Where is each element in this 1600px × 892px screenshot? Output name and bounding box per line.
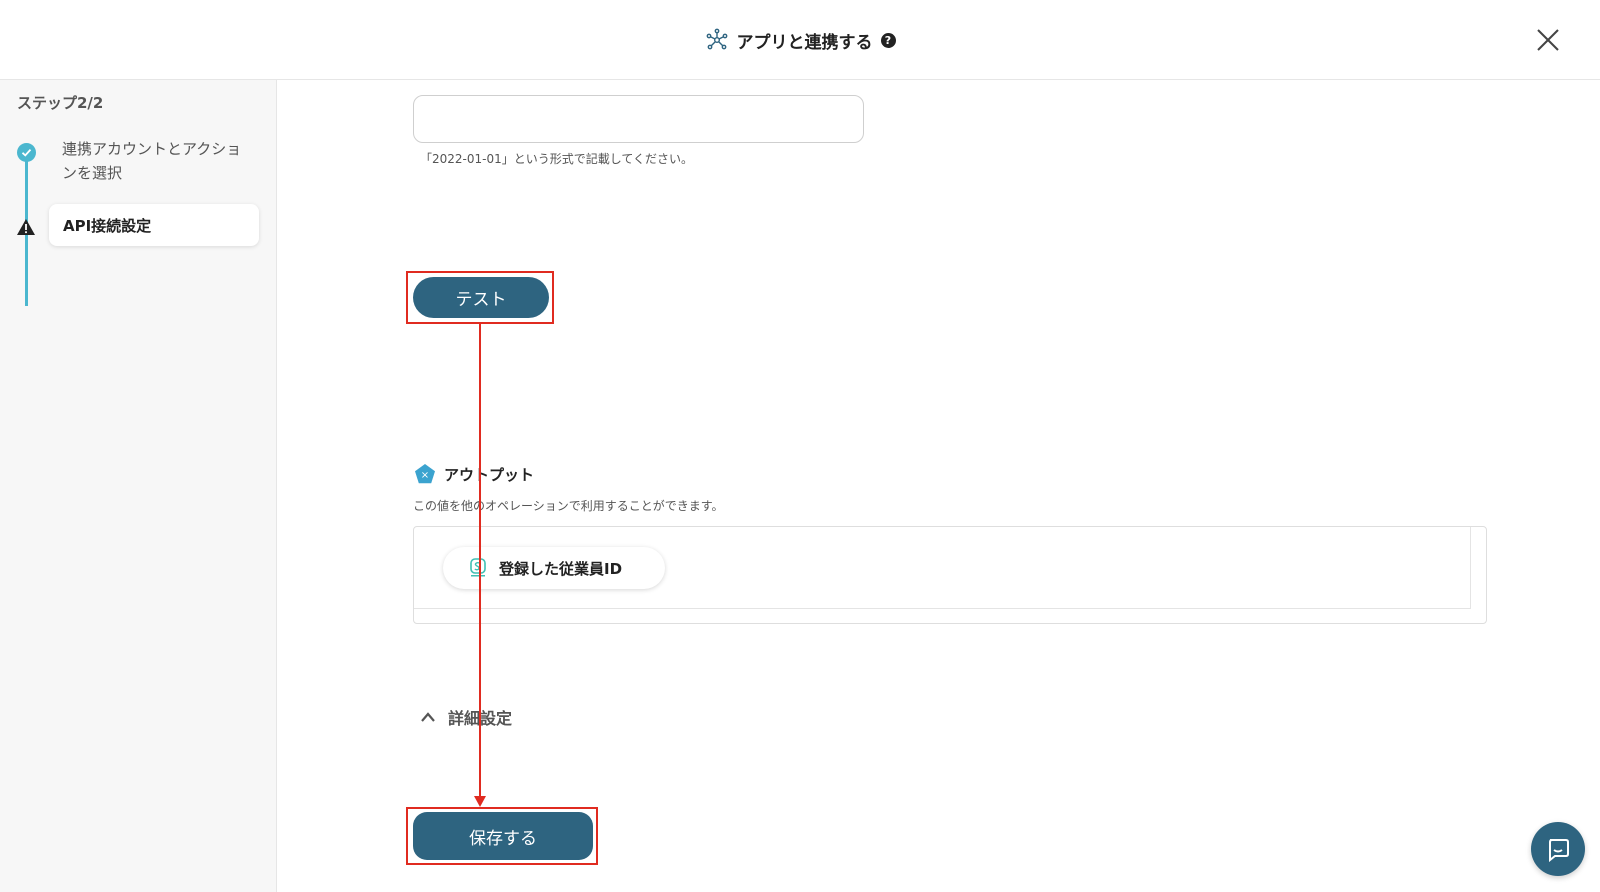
output-description: この値を他のオペレーションで利用することができます。 — [413, 499, 724, 513]
date-format-hint: 「2022-01-01」という形式で記載してください。 — [420, 152, 694, 166]
chat-icon — [1549, 839, 1569, 862]
check-icon — [17, 143, 36, 162]
sidebar-step-select-account[interactable]: 連携アカウントとアクションを選択 — [62, 137, 247, 185]
smarthr-app-icon — [470, 558, 486, 577]
advanced-settings-toggle[interactable]: 詳細設定 — [420, 705, 512, 729]
chevron-up-icon — [421, 712, 435, 722]
output-title: アウトプット — [444, 465, 535, 484]
output-header: × アウトプット — [414, 463, 534, 485]
date-input[interactable] — [413, 95, 864, 143]
help-icon[interactable]: ? — [880, 32, 896, 48]
chat-launcher-button[interactable] — [1531, 822, 1585, 876]
output-pentagon-icon: × — [415, 464, 435, 484]
modal-title: アプリと連携する — [736, 32, 873, 53]
sidebar-step-api-settings[interactable]: API接続設定 — [49, 204, 259, 246]
svg-text:×: × — [421, 470, 429, 481]
output-item-chip[interactable]: 登録した従業員ID — [443, 547, 665, 589]
modal-header: アプリと連携する ? — [0, 0, 1600, 80]
network-icon — [706, 28, 727, 50]
output-item-label: 登録した従業員ID — [499, 559, 623, 578]
warning-icon — [17, 219, 35, 235]
step-counter: ステップ2/2 — [17, 94, 104, 112]
modal-title-group: アプリと連携する ? — [0, 22, 1600, 58]
advanced-settings-label: 詳細設定 — [448, 709, 513, 728]
save-button[interactable]: 保存する — [413, 812, 593, 860]
step-sidebar: ステップ2/2 連携アカウントとアクションを選択 API接続設定 — [0, 80, 277, 892]
output-list: 登録した従業員ID — [413, 526, 1487, 624]
close-icon[interactable] — [1534, 26, 1562, 54]
output-list-inner: 登録した従業員ID — [414, 527, 1471, 609]
test-button[interactable]: テスト — [413, 277, 549, 318]
